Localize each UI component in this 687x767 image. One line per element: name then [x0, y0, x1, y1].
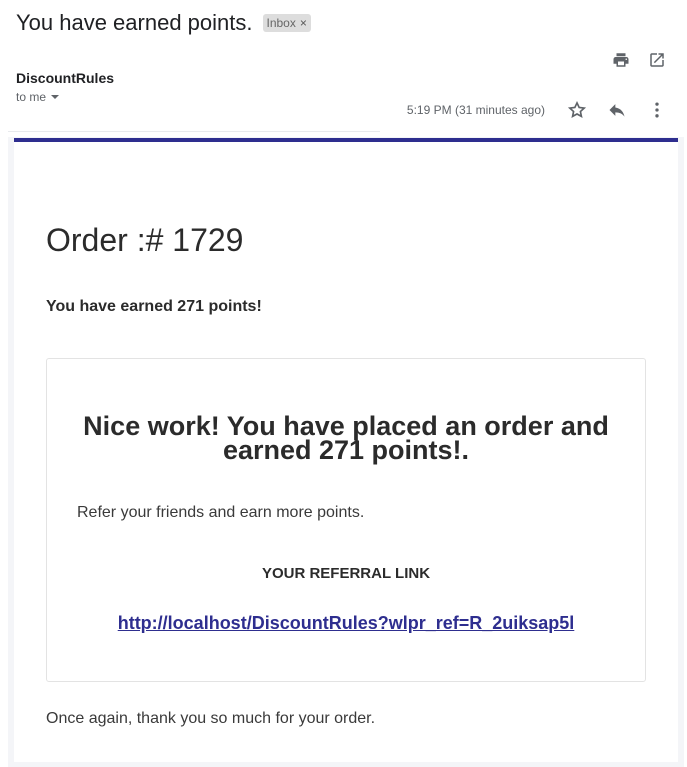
message-meta: 5:19 PM (31 minutes ago)	[407, 100, 667, 120]
timestamp: 5:19 PM (31 minutes ago)	[406, 103, 545, 117]
referral-link-heading: YOUR REFERRAL LINK	[261, 565, 431, 582]
referral-box: Nice work! You have placed an order and …	[46, 358, 646, 682]
more-vert-icon[interactable]	[647, 100, 667, 120]
referral-link[interactable]: http://localhost/DiscountRules?wlpr_ref=…	[47, 613, 645, 634]
top-actions	[611, 50, 667, 70]
email-body: Order :# 1729 You have earned 271 points…	[14, 138, 678, 762]
nice-work-heading: Nice work! You have placed an order and …	[83, 411, 609, 465]
order-title: Order :# 1729	[46, 222, 244, 258]
inbox-label-chip[interactable]: Inbox ×	[262, 14, 311, 32]
subject-row: You have earned points. Inbox ×	[16, 10, 311, 36]
earned-points-line: You have earned 271 points!	[46, 298, 262, 315]
open-in-new-icon[interactable]	[647, 50, 667, 70]
remove-label-icon[interactable]: ×	[300, 16, 307, 30]
sender-name: DiscountRules	[16, 70, 115, 86]
header-divider	[8, 131, 380, 132]
thank-you-text: Once again, thank you so much for your o…	[46, 710, 376, 727]
email-subject: You have earned points.	[16, 10, 253, 35]
recipient-dropdown[interactable]: to me	[16, 90, 60, 104]
recipient-text: to me	[16, 90, 47, 104]
inbox-label-text: Inbox	[266, 16, 296, 30]
caret-down-icon	[51, 95, 60, 99]
reply-icon[interactable]	[607, 100, 627, 120]
refer-friends-text: Refer your friends and earn more points.	[77, 504, 365, 521]
print-icon[interactable]	[611, 50, 631, 70]
star-icon[interactable]	[567, 100, 587, 120]
